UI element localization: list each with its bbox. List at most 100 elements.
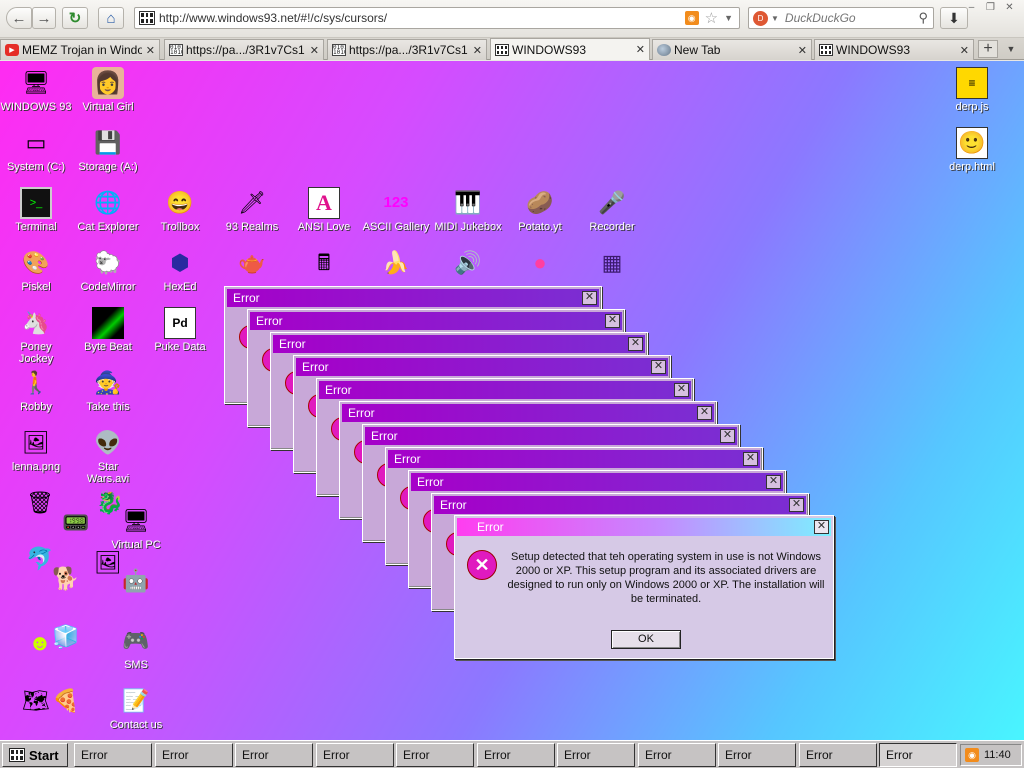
desktop-icon-virtual-pc[interactable]: 🖥 Virtual PC xyxy=(100,505,172,551)
close-icon[interactable]: ✕ xyxy=(789,498,804,512)
desktop-icon-93-realms[interactable]: 🗡 93 Realms xyxy=(216,187,288,233)
taskbar-item-error[interactable]: Error xyxy=(155,743,233,767)
desktop-icon-arena93[interactable]: 🧊 xyxy=(30,621,102,653)
desktop-icon-derp-js[interactable]: ≡ derp.js xyxy=(936,67,1008,113)
restore-icon[interactable]: ❐ xyxy=(982,0,999,14)
tab-new-tab[interactable]: New Tab ✕ xyxy=(652,39,812,60)
desktop-icon-midi-jukebox[interactable]: 🎹 MIDI Jukebox xyxy=(432,187,504,233)
desktop-icon-robby[interactable]: 🚶 Robby xyxy=(0,367,72,413)
desktop-icon-lenna[interactable]: 🖼 lenna.png xyxy=(0,427,72,473)
desktop-icon-defrag[interactable]: 🤖 xyxy=(100,565,172,597)
taskbar-item-error[interactable]: Error xyxy=(718,743,796,767)
back-button[interactable]: ← xyxy=(6,7,32,29)
tab-list-button[interactable]: ▼ xyxy=(1002,40,1020,58)
desktop-icon-trollbox[interactable]: 😄 Trollbox xyxy=(144,187,216,233)
close-icon[interactable]: ✕ xyxy=(582,291,597,305)
desktop-icon-storage-a[interactable]: 💾 Storage (A:) xyxy=(72,127,144,173)
desktop-icon-virtual-girl[interactable]: 👩 Virtual Girl xyxy=(72,67,144,113)
desktop-icon-terminal[interactable]: >_ Terminal xyxy=(0,187,72,233)
desktop-icon-hexed[interactable]: ⬢ HexEd xyxy=(144,247,216,293)
desktop-icon-star-wars[interactable]: 👽 Star Wars.avi xyxy=(72,427,144,485)
magnifier-icon[interactable]: ⚲ xyxy=(918,10,928,26)
ok-button[interactable]: OK xyxy=(611,630,681,649)
close-icon[interactable]: ✕ xyxy=(674,383,689,397)
close-icon[interactable]: ✕ xyxy=(814,520,829,534)
desktop-icon-ball[interactable]: ● xyxy=(504,247,576,279)
duckduckgo-icon[interactable]: D xyxy=(753,10,768,26)
desktop-icon-banana[interactable]: 🍌 xyxy=(360,247,432,279)
tab-windows93[interactable]: WINDOWS93 ✕ xyxy=(814,39,974,60)
new-tab-button[interactable]: + xyxy=(978,40,998,58)
start-button[interactable]: Start xyxy=(2,743,68,767)
tab-close-icon[interactable]: ✕ xyxy=(310,44,319,57)
bookmark-star-icon[interactable]: ☆ xyxy=(705,9,718,27)
desktop-icon-ascii-gallery[interactable]: 123 ASCII Gallery xyxy=(360,187,432,233)
tab-close-icon[interactable]: ✕ xyxy=(960,44,969,57)
address-bar[interactable]: http://www.windows93.net/#!/c/sys/cursor… xyxy=(134,7,740,29)
desktop-icon-take-this[interactable]: 🧙 Take this xyxy=(72,367,144,413)
desktop-icon-contact-us[interactable]: 📝 Contact us xyxy=(100,685,172,731)
desktop-icon-teapot[interactable]: 🫖 xyxy=(216,247,288,279)
tab-memz[interactable]: ▶ MEMZ Trojan in Windo... ✕ xyxy=(0,39,160,60)
taskbar-item-error[interactable]: Error xyxy=(477,743,555,767)
close-icon[interactable]: ✕ xyxy=(743,452,758,466)
desktop-icon-ansi-love[interactable]: A ANSI Love xyxy=(288,187,360,233)
desktop-icon-piskel[interactable]: 🎨 Piskel xyxy=(0,247,72,293)
desktop-icon-potato[interactable]: 🥔 Potato.yt xyxy=(504,187,576,233)
pony-icon: 🦄 xyxy=(22,310,50,335)
taskbar-item-error[interactable]: Error xyxy=(799,743,877,767)
tab-close-icon[interactable]: ✕ xyxy=(636,43,645,56)
tab-paste-1[interactable]: 01011010 https://pa.../3R1v7Cs1 ✕ xyxy=(164,39,324,60)
url-dropdown-icon[interactable]: ▼ xyxy=(724,13,733,23)
desktop-icon-system-c[interactable]: ▭ System (C:) xyxy=(0,127,72,173)
desktop-icon-windows93[interactable]: 🖥 WINDOWS 93 xyxy=(0,67,72,113)
desktop-icon-speaker-file[interactable]: 🔊 xyxy=(432,247,504,279)
desktop-icon-byte-beat[interactable]: Byte Beat xyxy=(72,307,144,353)
desktop-icon-calculator[interactable]: 🖩 xyxy=(288,247,360,279)
desktop-icon-maze[interactable]: ▦ xyxy=(576,247,648,279)
search-engine-dropdown-icon[interactable]: ▼ xyxy=(771,14,779,23)
taskbar-item-error[interactable]: Error xyxy=(74,743,152,767)
desktop-icon-codemirror[interactable]: 🐑 CodeMirror xyxy=(72,247,144,293)
desktop-icon-recorder[interactable]: 🎤 Recorder xyxy=(576,187,648,233)
taskbar-item-error-active[interactable]: Error xyxy=(879,743,957,767)
error-dialog[interactable]: Error ✕ ✕ Setup detected that teh operat… xyxy=(454,515,834,659)
rss-icon[interactable]: ◉ xyxy=(684,11,699,25)
desktop-icon-poney-jockey[interactable]: 🦄 Poney Jockey xyxy=(0,307,72,365)
reload-button[interactable]: ↻ xyxy=(62,7,88,29)
error-dialog-title[interactable]: Error xyxy=(457,518,831,536)
cat-globe-icon: 🌐 xyxy=(94,190,122,215)
sound-file-icon: 🔊 xyxy=(454,250,482,275)
tab-close-icon[interactable]: ✕ xyxy=(473,44,482,57)
desktop-icon-derp-html[interactable]: 🙂 derp.html xyxy=(936,127,1008,173)
close-icon[interactable]: ✕ xyxy=(766,475,781,489)
url-text[interactable]: http://www.windows93.net/#!/c/sys/cursor… xyxy=(159,11,685,25)
taskbar-item-error[interactable]: Error xyxy=(638,743,716,767)
minimize-icon[interactable]: – xyxy=(963,0,980,14)
windows93-desktop[interactable]: 🖥 WINDOWS 93 👩 Virtual Girl ▭ System (C:… xyxy=(0,61,1024,740)
rss-icon[interactable]: ◉ xyxy=(965,748,979,762)
binary-icon: 01011010 xyxy=(169,44,183,56)
close-icon[interactable]: ✕ xyxy=(697,406,712,420)
taskbar-item-error[interactable]: Error xyxy=(396,743,474,767)
tab-close-icon[interactable]: ✕ xyxy=(146,44,155,57)
desktop-icon-cat-explorer[interactable]: 🌐 Cat Explorer xyxy=(72,187,144,233)
home-button[interactable]: ⌂ xyxy=(98,7,124,29)
close-icon[interactable]: ✕ xyxy=(720,429,735,443)
search-input[interactable] xyxy=(784,11,919,25)
tab-paste-2[interactable]: 01011010 https://pa.../3R1v7Cs1 ✕ xyxy=(327,39,487,60)
tab-close-icon[interactable]: ✕ xyxy=(798,44,807,57)
desktop-icon-pizza[interactable]: 🍕 xyxy=(30,685,102,717)
forward-button[interactable]: → xyxy=(32,7,56,29)
desktop-icon-puke-data[interactable]: Pd Puke Data xyxy=(144,307,216,353)
close-icon[interactable]: ✕ xyxy=(628,337,643,351)
tab-windows93-active[interactable]: WINDOWS93 ✕ xyxy=(490,38,650,60)
taskbar-item-error[interactable]: Error xyxy=(235,743,313,767)
taskbar-item-error[interactable]: Error xyxy=(557,743,635,767)
taskbar-item-error[interactable]: Error xyxy=(316,743,394,767)
close-icon[interactable]: ✕ xyxy=(605,314,620,328)
close-icon[interactable]: ✕ xyxy=(651,360,666,374)
search-bar[interactable]: D ▼ ⚲ xyxy=(748,7,934,29)
close-icon[interactable]: ✕ xyxy=(1001,0,1018,14)
desktop-icon-sms[interactable]: 🎮 SMS xyxy=(100,625,172,671)
